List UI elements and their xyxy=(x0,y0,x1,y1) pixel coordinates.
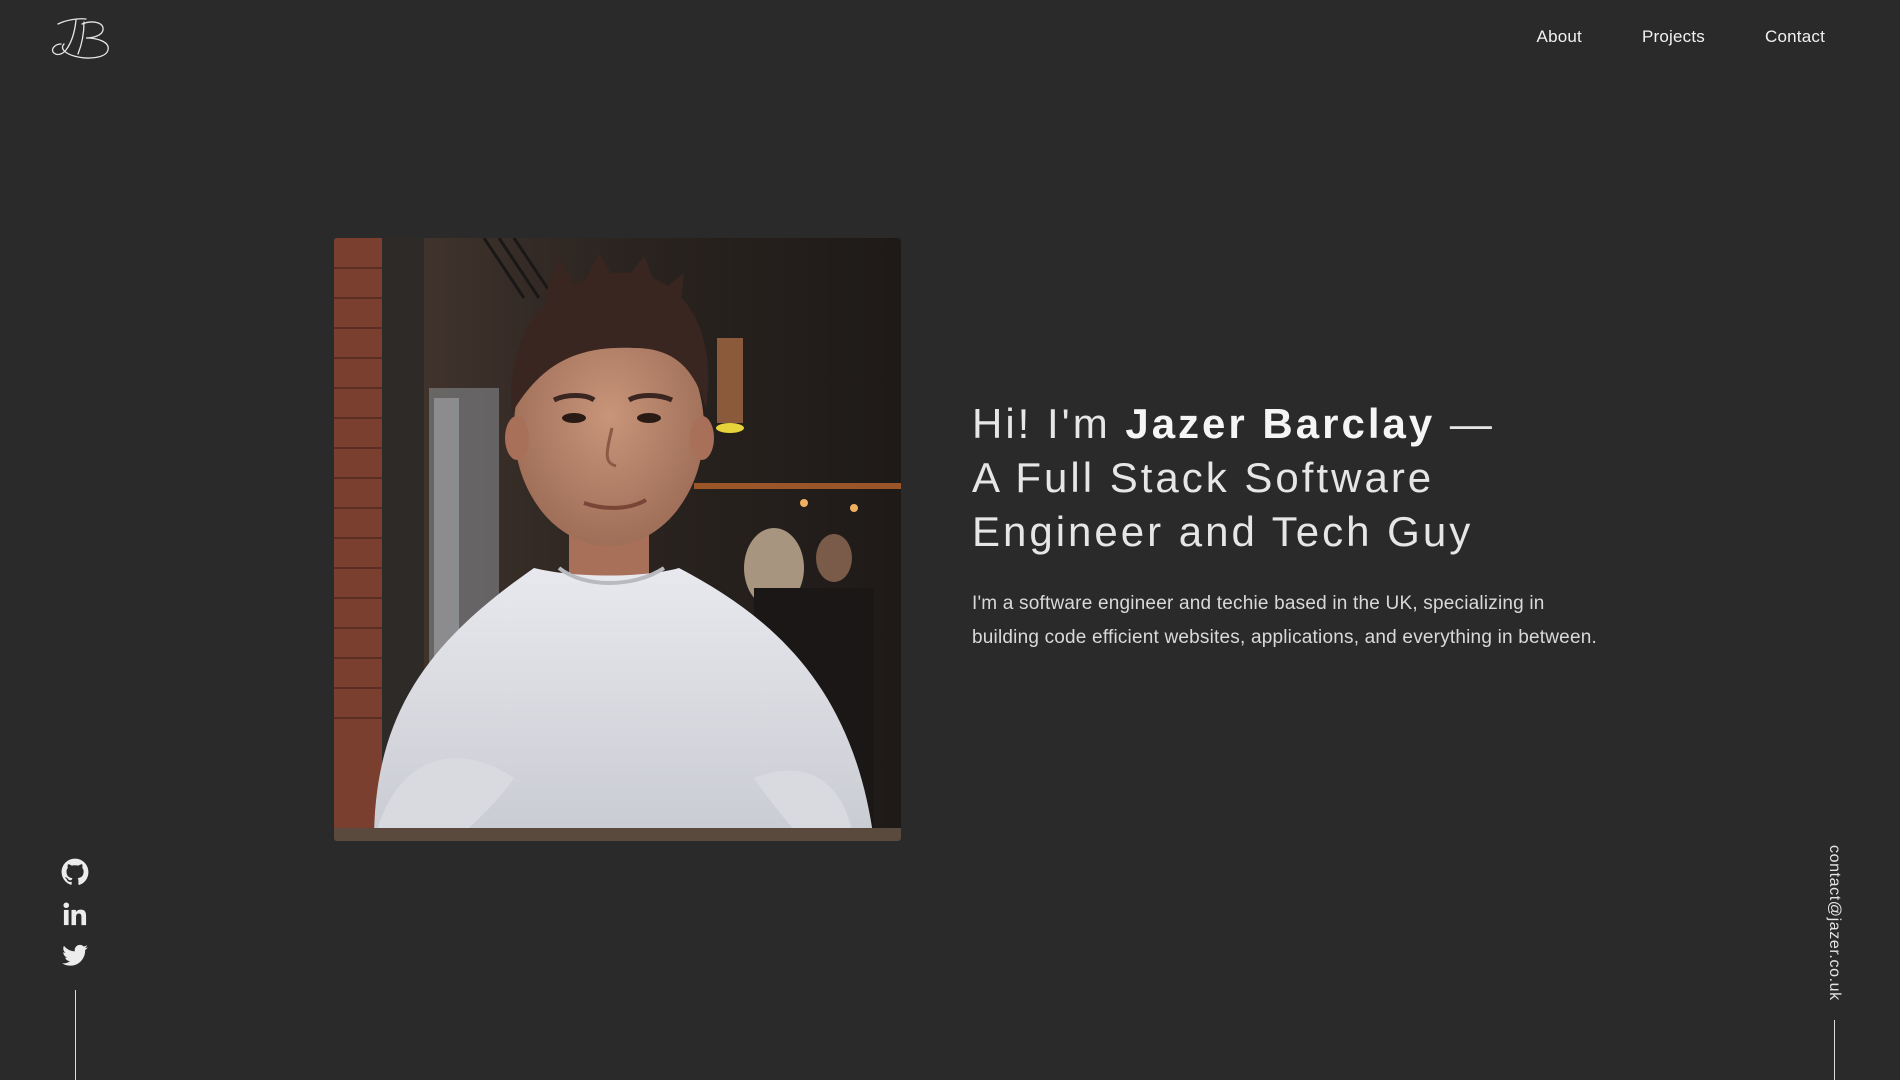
left-rail-line xyxy=(75,990,76,1080)
main-nav: About Projects Contact xyxy=(1507,26,1825,48)
page: About Projects Contact Hi! I'm Jazer Bar… xyxy=(0,0,1900,1080)
headline-name: Jazer Barclay xyxy=(1125,400,1436,447)
twitter-icon xyxy=(62,944,88,966)
twitter-link[interactable] xyxy=(61,942,89,970)
nav-about[interactable]: About xyxy=(1507,26,1612,48)
nav-contact[interactable]: Contact xyxy=(1735,26,1825,48)
headline-line-1: Hi! I'm Jazer Barclay — xyxy=(972,397,1672,451)
linkedin-link[interactable] xyxy=(61,900,89,928)
signature-logo-icon xyxy=(51,18,109,59)
nav-projects[interactable]: Projects xyxy=(1612,26,1735,48)
email-rail: contact@jazer.co.uk xyxy=(1822,845,1846,1010)
hero-intro: I'm a software engineer and techie based… xyxy=(972,593,1597,648)
headline-dash: — xyxy=(1435,400,1495,447)
headline-line-3: Engineer and Tech Guy xyxy=(972,508,1474,555)
social-links xyxy=(60,858,90,970)
github-icon xyxy=(61,858,89,885)
linkedin-icon xyxy=(63,902,87,926)
right-rail-line xyxy=(1834,1020,1835,1080)
github-link[interactable] xyxy=(61,858,89,886)
headline-greeting: Hi! I'm xyxy=(972,400,1126,447)
headline-line-2: A Full Stack Software xyxy=(972,454,1435,501)
hero-headline: Hi! I'm Jazer Barclay — A Full Stack Sof… xyxy=(972,397,1672,559)
profile-photo xyxy=(334,238,901,841)
email-link[interactable]: contact@jazer.co.uk xyxy=(1825,845,1843,1001)
site-logo[interactable] xyxy=(48,10,114,62)
